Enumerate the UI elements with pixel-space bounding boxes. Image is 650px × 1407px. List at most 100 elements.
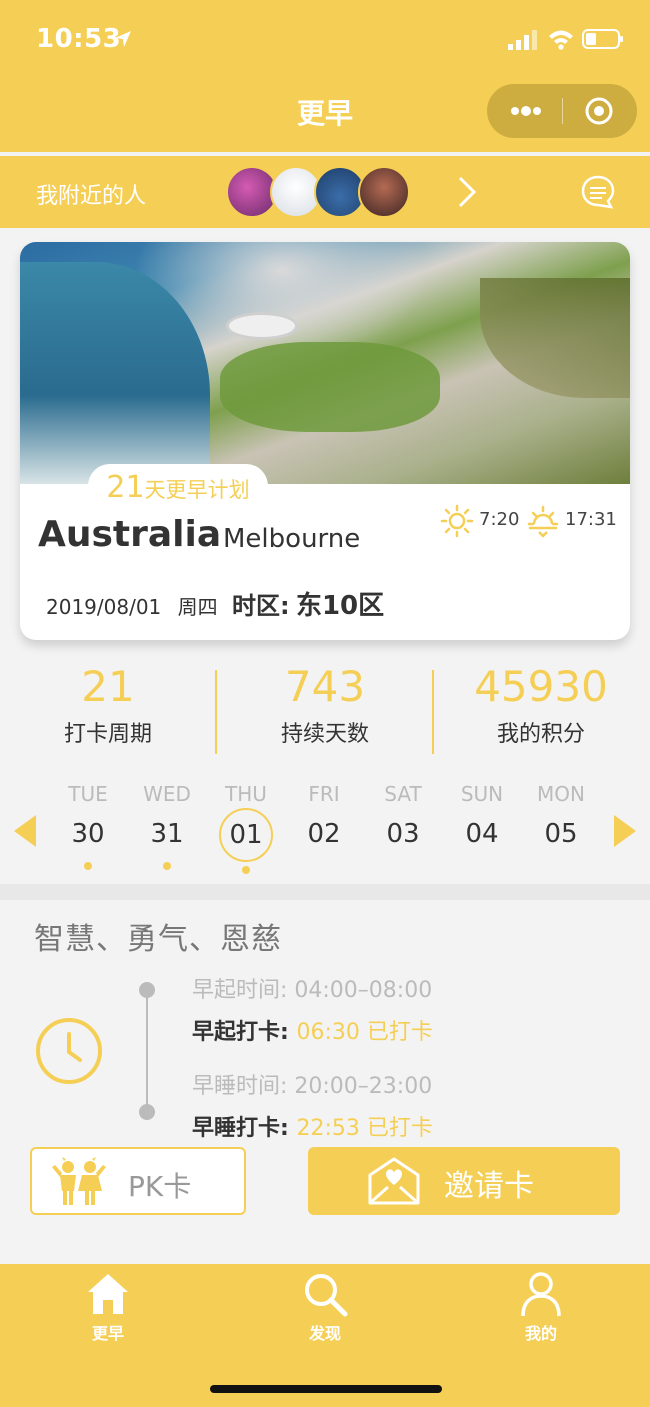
stats-row: 21 打卡周期 743 持续天数 45930 我的积分 [0, 662, 650, 762]
day-date: 03 [386, 819, 420, 849]
more-dots-icon[interactable] [509, 101, 543, 121]
location-card[interactable]: 21天更早计划 Australia Melbourne 7:20 17:31 2… [20, 242, 630, 640]
home-indicator[interactable] [210, 1385, 442, 1393]
kids-icon [52, 1157, 106, 1205]
day-date: 01 [219, 808, 273, 862]
prev-week-arrow-icon[interactable] [12, 814, 38, 848]
date-line: 2019/08/01 周四 时区: 东10区 [46, 585, 384, 622]
sun-icon [440, 504, 474, 538]
chat-bubble-icon[interactable] [580, 174, 616, 210]
sleep-value: 22:53 已打卡 [296, 1116, 433, 1141]
day-date: 05 [544, 819, 578, 849]
stat-value: 21 [81, 662, 135, 711]
checkin-dot [163, 862, 171, 870]
day-date: 02 [307, 819, 341, 849]
stat-label: 打卡周期 [63, 722, 152, 748]
day-item[interactable]: SAT 03 [369, 780, 437, 854]
day-item[interactable]: MON 05 [527, 780, 595, 854]
plan-text: 天更早计划 [144, 478, 250, 502]
city-name: Melbourne [223, 524, 361, 554]
sleep-window: 早睡时间: 20:00–23:00 [192, 1074, 433, 1099]
date: 2019/08/01 [46, 595, 162, 619]
wake-value: 06:30 已打卡 [296, 1020, 433, 1045]
timeline-line [146, 990, 148, 1112]
sunset-icon [527, 505, 559, 538]
status-bar: 10:53 [0, 0, 650, 80]
tab-label: 更早 [91, 1324, 124, 1343]
tab-mine[interactable]: 我的 [481, 1270, 601, 1344]
tab-home[interactable]: 更早 [48, 1270, 168, 1344]
day-name: SUN [460, 782, 504, 806]
section-divider [0, 884, 650, 900]
clock-icon [36, 1018, 102, 1084]
chevron-right-icon[interactable] [456, 176, 478, 208]
invite-card-button[interactable]: 邀请卡 [308, 1147, 620, 1215]
timeline-dot [139, 1104, 155, 1120]
sleep-checkin: 早睡打卡: 22:53 已打卡 [192, 1110, 433, 1142]
day-item[interactable]: WED 31 [133, 780, 201, 870]
stat-label: 我的积分 [496, 722, 585, 748]
day-date: 04 [465, 819, 499, 849]
sleep-label: 早睡打卡: [192, 1116, 289, 1141]
day-name: FRI [308, 782, 340, 806]
day-item[interactable]: FRI 02 [290, 780, 358, 854]
signal-icon [508, 30, 537, 50]
timezone-label: 时区: [232, 592, 290, 620]
stat-days: 743 持续天数 [217, 662, 433, 748]
country-name: Australia [38, 514, 222, 555]
nearby-people-bar[interactable]: 我附近的人 [0, 156, 650, 228]
tab-label: 我的 [524, 1324, 557, 1343]
week-selector: TUE 30 WED 31 THU 01 FRI 02 SAT 03 SUN 0… [0, 780, 650, 880]
day-name: SAT [384, 782, 422, 806]
mini-program-capsule [487, 84, 637, 138]
motto-text: 智慧、勇气、恩慈 [34, 922, 282, 957]
plan-tag: 21天更早计划 [88, 464, 268, 510]
pk-card-label: PK卡 [128, 1170, 192, 1203]
stat-points: 45930 我的积分 [433, 662, 649, 748]
stat-label: 持续天数 [280, 722, 369, 748]
user-icon [521, 1272, 561, 1317]
search-icon [305, 1274, 348, 1317]
checkin-dot [84, 862, 92, 870]
plan-number: 21 [106, 470, 145, 505]
sleep-record: 早睡时间: 20:00–23:00 早睡打卡: 22:53 已打卡 [192, 1068, 433, 1142]
pk-card-button[interactable]: PK卡 [30, 1147, 246, 1215]
avatar[interactable] [358, 166, 410, 218]
day-item-selected[interactable]: THU 01 [212, 780, 280, 874]
day-item[interactable]: TUE 30 [54, 780, 122, 870]
next-week-arrow-icon[interactable] [612, 814, 638, 848]
timeline-dot [139, 982, 155, 998]
stat-value: 45930 [474, 662, 608, 711]
sunrise-time: 7:20 [479, 509, 520, 530]
photo-hill [480, 278, 630, 398]
day-date: 30 [71, 819, 105, 849]
stat-value: 743 [284, 662, 366, 711]
photo-park [220, 342, 440, 432]
wake-window: 早起时间: 04:00–08:00 [192, 978, 433, 1003]
location-arrow-icon [115, 31, 131, 47]
tab-discover[interactable]: 发现 [265, 1270, 385, 1344]
day-name: WED [143, 782, 191, 806]
wifi-icon [549, 30, 573, 50]
sunset-time: 17:31 [565, 509, 617, 530]
timezone-value: 东10区 [295, 591, 385, 621]
photo-stadium [226, 312, 298, 340]
day-name: MON [537, 782, 585, 806]
tab-label: 发现 [308, 1324, 341, 1343]
wake-record: 早起时间: 04:00–08:00 早起打卡: 06:30 已打卡 [192, 972, 433, 1046]
home-icon [88, 1274, 128, 1314]
close-target-icon[interactable] [584, 96, 614, 126]
battery-icon [582, 29, 623, 49]
nearby-label: 我附近的人 [36, 184, 147, 209]
city-photo [20, 242, 630, 484]
wake-label: 早起打卡: [192, 1020, 289, 1045]
invite-card-label: 邀请卡 [444, 1169, 534, 1204]
top-header: 10:53 更早 [0, 0, 650, 152]
day-name: TUE [68, 782, 108, 806]
photo-sea [20, 262, 210, 484]
stat-cycle: 21 打卡周期 [0, 662, 216, 748]
envelope-heart-icon [368, 1157, 420, 1205]
weekday: 周四 [177, 595, 218, 619]
day-item[interactable]: SUN 04 [448, 780, 516, 854]
wake-checkin: 早起打卡: 06:30 已打卡 [192, 1014, 433, 1046]
